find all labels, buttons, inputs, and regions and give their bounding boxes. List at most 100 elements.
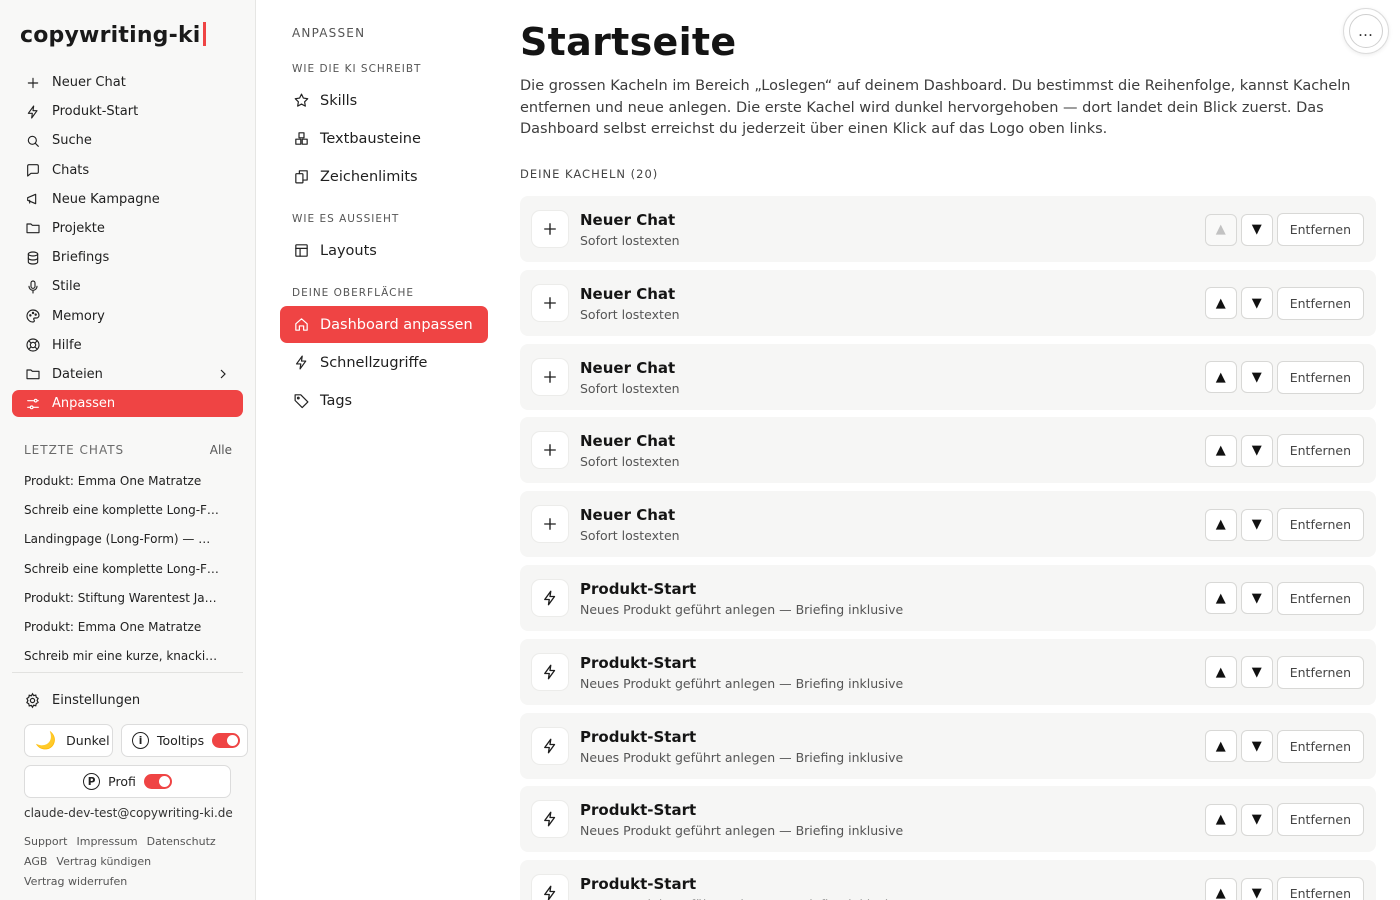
tile-subtitle: Neues Produkt geführt anlegen — Briefing… — [580, 823, 904, 839]
customize-panel: ANPASSEN WIE DIE KI SCHREIBT Skills Text… — [256, 0, 500, 900]
remove-tile-button[interactable]: Entfernen — [1276, 877, 1364, 900]
sidebar-item-projekte[interactable]: Projekte — [12, 215, 243, 242]
remove-tile-button[interactable]: Entfernen — [1276, 213, 1364, 246]
footer-link-kuendigen[interactable]: Vertrag kündigen — [56, 855, 151, 868]
remove-tile-button[interactable]: Entfernen — [1276, 360, 1364, 394]
logo[interactable]: copywriting-ki — [20, 22, 206, 48]
panel-item-textbausteine[interactable]: Textbausteine — [280, 120, 488, 157]
sidebar-item-memory[interactable]: Memory — [12, 303, 243, 330]
panel-item-zeichenlimits[interactable]: Zeichenlimits — [280, 158, 488, 195]
panel-item-label: Layouts — [320, 242, 377, 259]
gear-icon — [26, 692, 39, 709]
remove-tile-button[interactable]: Entfernen — [1276, 508, 1364, 542]
sidebar-item-label: Stile — [52, 279, 81, 295]
dashboard-tile: Neuer Chat Sofort lostexten ▲ ▼ Entfernen — [520, 196, 1376, 262]
panel-item-layouts[interactable]: Layouts — [280, 232, 488, 269]
info-icon: i — [132, 732, 149, 749]
remove-tile-button[interactable]: Entfernen — [1276, 655, 1364, 689]
sidebar-item-produkt-start[interactable]: Produkt-Start — [12, 98, 243, 125]
sidebar-item-briefings[interactable]: Briefings — [12, 244, 243, 271]
recent-chat-item[interactable]: Schreib eine komplette Long-F… — [24, 560, 224, 589]
sidebar-item-suche[interactable]: Suche — [12, 127, 243, 154]
move-down-button[interactable]: ▼ — [1240, 361, 1273, 394]
tooltips-toggle[interactable]: i Tooltips — [121, 724, 248, 757]
settings-link[interactable]: Einstellungen — [24, 692, 140, 709]
sidebar-item-stile[interactable]: Stile — [12, 273, 243, 300]
remove-tile-button[interactable]: Entfernen — [1276, 729, 1364, 763]
sidebar-item-label: Neue Kampagne — [52, 191, 160, 207]
more-options-button[interactable]: … — [1343, 8, 1389, 54]
move-down-button[interactable]: ▼ — [1240, 730, 1273, 763]
tooltips-switch[interactable] — [212, 733, 241, 748]
panel-item-schnellzugriffe[interactable]: Schnellzugriffe — [280, 344, 488, 381]
profi-toggle[interactable]: P Profi — [24, 765, 231, 798]
sidebar-item-neue-kampagne[interactable]: Neue Kampagne — [12, 186, 243, 213]
remove-tile-button[interactable]: Entfernen — [1276, 286, 1364, 320]
footer-link-widerrufen[interactable]: Vertrag widerrufen — [24, 875, 127, 888]
tooltips-label: Tooltips — [157, 733, 205, 748]
footer-link-datenschutz[interactable]: Datenschutz — [147, 835, 216, 848]
recent-chat-item[interactable]: Landingpage (Long-Form) — … — [24, 530, 224, 559]
recent-chat-item[interactable]: Produkt: Emma One Matratze — [24, 472, 224, 501]
panel-item-label: Dashboard anpassen — [320, 316, 473, 333]
folder-icon — [24, 365, 42, 383]
move-down-button[interactable]: ▼ — [1240, 287, 1273, 320]
move-up-button[interactable]: ▲ — [1204, 287, 1237, 320]
tile-controls: ▲ ▼ Entfernen — [1204, 508, 1364, 542]
footer-link-impressum[interactable]: Impressum — [76, 835, 137, 848]
tile-title: Produkt-Start — [580, 801, 697, 820]
bolt-icon — [532, 875, 568, 900]
footer-link-agb[interactable]: AGB — [24, 855, 47, 868]
move-down-button[interactable]: ▼ — [1240, 508, 1273, 541]
chat-bubble-icon — [24, 161, 42, 179]
recent-chats-all-link[interactable]: Alle — [210, 443, 232, 457]
sidebar-item-neuer-chat[interactable]: Neuer Chat — [12, 69, 243, 96]
sidebar-item-anpassen[interactable]: Anpassen — [12, 390, 243, 418]
move-down-button[interactable]: ▼ — [1240, 582, 1273, 615]
move-up-button[interactable]: ▲ — [1204, 803, 1237, 836]
move-up-button[interactable]: ▲ — [1204, 213, 1237, 246]
move-down-button[interactable]: ▼ — [1240, 877, 1273, 900]
sidebar-item-dateien[interactable]: Dateien — [12, 361, 243, 388]
tile-controls: ▲ ▼ Entfernen — [1204, 286, 1364, 320]
copy-icon — [292, 168, 310, 186]
panel-item-label: Schnellzugriffe — [320, 354, 428, 371]
palette-icon — [24, 307, 42, 325]
panel-item-dashboard[interactable]: Dashboard anpassen — [280, 306, 488, 343]
dark-mode-button[interactable]: 🌙 Dunkel — [24, 724, 113, 757]
tile-controls: ▲ ▼ Entfernen — [1204, 213, 1364, 246]
logo-text[interactable]: copywriting-ki — [20, 23, 201, 48]
chevron-right-icon[interactable] — [215, 366, 231, 386]
remove-tile-button[interactable]: Entfernen — [1276, 803, 1364, 837]
recent-chat-item[interactable]: Produkt: Stiftung Warentest Ja… — [24, 589, 224, 618]
move-up-button[interactable]: ▲ — [1204, 877, 1237, 900]
lifebuoy-icon — [24, 336, 42, 354]
sidebar-item-hilfe[interactable]: Hilfe — [12, 332, 243, 359]
panel-item-tags[interactable]: Tags — [280, 382, 488, 419]
profi-switch[interactable] — [143, 774, 172, 789]
panel-item-label: Textbausteine — [320, 130, 421, 147]
move-up-button[interactable]: ▲ — [1204, 582, 1237, 615]
move-down-button[interactable]: ▼ — [1240, 656, 1273, 689]
tile-controls: ▲ ▼ Entfernen — [1204, 655, 1364, 689]
recent-chat-item[interactable]: Produkt: Emma One Matratze — [24, 618, 224, 647]
move-down-button[interactable]: ▼ — [1240, 803, 1273, 836]
move-up-button[interactable]: ▲ — [1204, 434, 1237, 467]
recent-chat-item[interactable]: Schreib eine komplette Long-F… — [24, 501, 224, 530]
move-up-button[interactable]: ▲ — [1204, 361, 1237, 394]
move-down-button[interactable]: ▼ — [1240, 434, 1273, 467]
dashboard-tile: Produkt-Start Neues Produkt geführt anleg… — [520, 712, 1376, 779]
tile-controls: ▲ ▼ Entfernen — [1204, 877, 1364, 900]
remove-tile-button[interactable]: Entfernen — [1276, 434, 1364, 468]
move-down-button[interactable]: ▼ — [1240, 213, 1273, 246]
move-up-button[interactable]: ▲ — [1204, 730, 1237, 763]
sidebar-item-chats[interactable]: Chats — [12, 157, 243, 184]
footer-link-support[interactable]: Support — [24, 835, 67, 848]
panel-item-skills[interactable]: Skills — [280, 82, 488, 119]
move-up-button[interactable]: ▲ — [1204, 656, 1237, 689]
remove-tile-button[interactable]: Entfernen — [1276, 581, 1364, 615]
move-up-button[interactable]: ▲ — [1204, 508, 1237, 541]
tile-title: Produkt-Start — [580, 653, 697, 672]
sidebar-item-label: Chats — [52, 162, 90, 178]
tile-controls: ▲ ▼ Entfernen — [1204, 729, 1364, 763]
